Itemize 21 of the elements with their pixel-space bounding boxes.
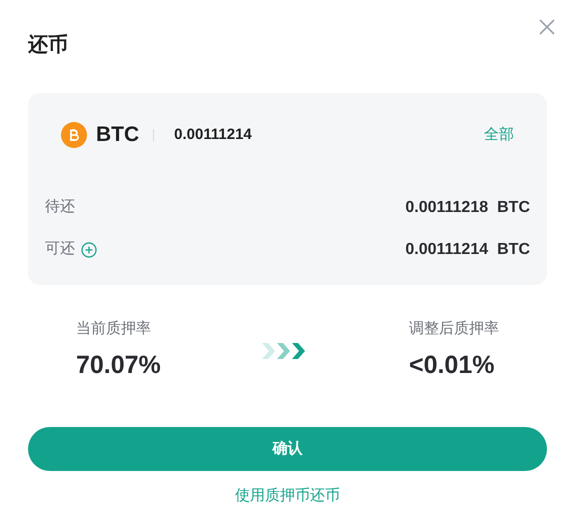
row-value: 0.00111218 (405, 198, 488, 218)
close-icon (537, 17, 557, 37)
amount-field[interactable]: 0.00111214 (174, 124, 484, 146)
row-label: 可还 (45, 239, 75, 260)
row-unit: BTC (497, 198, 530, 218)
add-icon[interactable] (81, 242, 97, 258)
rate-label: 当前质押率 (76, 319, 152, 339)
close-button[interactable] (537, 17, 557, 37)
bitcoin-icon (61, 122, 87, 148)
chevrons-icon (262, 343, 308, 359)
row-unit: BTC (497, 240, 530, 260)
confirm-button[interactable]: 确认 (28, 427, 547, 471)
rate-value: 70.07% (76, 350, 161, 380)
row-label: 待还 (45, 197, 75, 218)
rate-label: 调整后质押率 (408, 319, 499, 339)
max-link[interactable]: 全部 (484, 124, 514, 146)
row-value: 0.00111214 (405, 240, 488, 260)
dialog-title: 还币 (28, 33, 68, 57)
coin-symbol: BTC (96, 122, 140, 148)
rate-value: <0.01% (408, 350, 496, 380)
collateral-link[interactable]: 使用质押币还币 (235, 485, 340, 508)
